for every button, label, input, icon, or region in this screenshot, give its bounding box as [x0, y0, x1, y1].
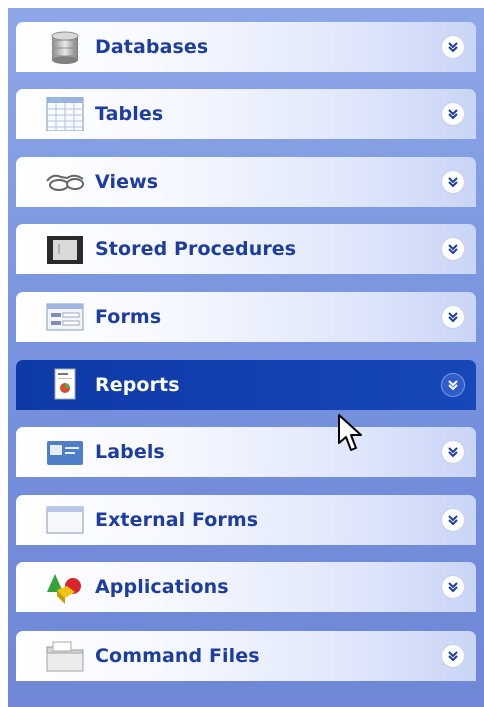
section-stored-procedures[interactable]: Stored Procedures [16, 224, 476, 274]
chevron-double-down-icon[interactable] [441, 170, 465, 194]
table-icon [46, 97, 84, 131]
section-label: Stored Procedures [95, 238, 297, 260]
section-databases[interactable]: Databases [16, 22, 476, 72]
section-label: Forms [95, 306, 162, 328]
stored-procedure-icon [47, 236, 83, 264]
window-icon [46, 506, 84, 534]
mouse-pointer-icon [338, 414, 362, 451]
section-reports[interactable]: Reports [16, 360, 476, 410]
folder-icon [46, 641, 84, 672]
section-tables[interactable]: Tables [16, 89, 476, 139]
shapes-icon [47, 574, 81, 604]
section-applications[interactable]: Applications [16, 562, 476, 612]
chevron-double-down-icon[interactable] [441, 237, 465, 261]
chevron-double-down-icon[interactable] [441, 575, 465, 599]
section-label: Databases [95, 36, 209, 58]
section-label: External Forms [95, 509, 259, 531]
chevron-double-down-icon[interactable] [441, 305, 465, 329]
section-command-files[interactable]: Command Files [16, 631, 476, 681]
chevron-double-down-icon[interactable] [441, 373, 465, 397]
section-label: Views [95, 171, 159, 193]
glasses-icon [46, 174, 84, 191]
section-labels[interactable]: Labels [16, 427, 476, 477]
chevron-double-down-icon[interactable] [441, 644, 465, 668]
section-label: Applications [95, 576, 229, 598]
form-icon [46, 303, 84, 331]
label-icon [47, 441, 83, 465]
section-external-forms[interactable]: External Forms [16, 495, 476, 545]
section-label: Reports [95, 374, 180, 396]
chevron-double-down-icon[interactable] [441, 102, 465, 126]
section-label: Command Files [95, 645, 260, 667]
section-label: Tables [95, 103, 164, 125]
report-icon [54, 368, 76, 400]
database-icon [51, 31, 79, 64]
section-views[interactable]: Views [16, 157, 476, 207]
chevron-double-down-icon[interactable] [441, 35, 465, 59]
chevron-double-down-icon[interactable] [441, 508, 465, 532]
section-forms[interactable]: Forms [16, 292, 476, 342]
section-label: Labels [95, 441, 165, 463]
chevron-double-down-icon[interactable] [441, 440, 465, 464]
